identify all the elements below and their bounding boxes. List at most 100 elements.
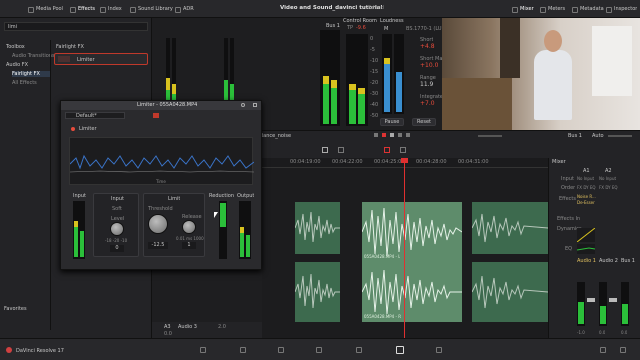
tab-inspector[interactable]: Inspector xyxy=(606,4,637,15)
reduction-meter xyxy=(219,201,227,259)
playhead-handle[interactable] xyxy=(401,158,408,163)
release-value-field[interactable]: 1 xyxy=(182,242,196,249)
tab-sound-library[interactable]: Sound Library xyxy=(130,4,173,15)
audio-clip[interactable] xyxy=(295,262,340,322)
preset-dropdown[interactable]: Default* xyxy=(65,112,125,119)
tree-audio-fx[interactable]: Audio FX xyxy=(6,62,28,68)
release-knob[interactable] xyxy=(182,220,196,234)
plugin-titlebar[interactable]: Limiter - 055A0428.MP4 xyxy=(61,101,261,110)
razor-tool-icon[interactable] xyxy=(338,147,344,153)
range-value: 11.9 xyxy=(420,81,434,88)
clip-name: 055A0428.MP4 - L xyxy=(364,254,401,259)
edit-page-icon[interactable] xyxy=(278,347,284,353)
tab-adr[interactable]: ADR xyxy=(175,4,194,15)
bus-selector[interactable]: Bus 1 xyxy=(568,133,582,139)
bus1-label: Bus 1 xyxy=(326,23,340,29)
short-max-value: +10.0 xyxy=(420,62,439,69)
track-label[interactable]: Audio 3 xyxy=(178,324,197,330)
input-select-a1[interactable]: No Input xyxy=(577,176,594,181)
selection-tool-icon[interactable] xyxy=(322,147,328,153)
doorway-shape xyxy=(500,18,520,78)
tree-all-effects[interactable]: All Effects xyxy=(12,80,37,86)
audio-clip[interactable] xyxy=(472,262,548,322)
zoom-slider[interactable] xyxy=(478,135,502,137)
tree-fairlight-fx[interactable]: Fairlight FX xyxy=(12,71,50,77)
level-value-field[interactable]: 0 xyxy=(110,245,124,252)
meter-scale: 0 -5 -10 -15 -20 -30 -40 -50 xyxy=(370,36,379,119)
rewind-icon[interactable] xyxy=(374,133,378,137)
mouse-cursor xyxy=(214,212,218,218)
index-icon xyxy=(100,6,106,13)
mixer-icon xyxy=(512,6,518,13)
loudness-m-meter xyxy=(382,34,392,114)
graph-time-label: Time xyxy=(156,179,166,184)
input-meter xyxy=(73,201,85,259)
loudness-standard: BS.1770-1 (LU) xyxy=(406,26,444,32)
tab-metadata[interactable]: Metadata xyxy=(572,4,604,15)
tab-mixer[interactable]: Mixer xyxy=(512,4,534,15)
limiter-effect-item[interactable]: Limiter xyxy=(54,53,148,65)
reset-icon[interactable] xyxy=(241,103,245,107)
flag-icon[interactable] xyxy=(384,147,390,153)
tp-value: -9.6 xyxy=(356,25,366,31)
fader-a2[interactable] xyxy=(609,298,617,302)
effects-icon xyxy=(70,6,76,13)
top-toolbar: Media Pool Effects Index Sound Library A… xyxy=(0,0,640,18)
threshold-knob[interactable] xyxy=(148,214,168,234)
input-meter-label: Input xyxy=(73,193,86,199)
level-knob[interactable] xyxy=(110,222,124,236)
fairlight-page-icon[interactable] xyxy=(396,346,404,354)
dynamics-graph-a1[interactable] xyxy=(576,227,596,243)
record-icon[interactable] xyxy=(382,133,386,137)
audio-clip-selected[interactable]: 055A0428.MP4 - L xyxy=(362,202,462,262)
tab-media-pool[interactable]: Media Pool xyxy=(28,4,63,15)
loudness-label: Loudness xyxy=(380,18,404,24)
bus1-meter xyxy=(320,30,340,126)
m-label: M xyxy=(384,26,389,32)
audio-clip[interactable] xyxy=(472,202,548,254)
settings-gear-icon[interactable] xyxy=(620,347,626,353)
meters-icon xyxy=(540,6,546,13)
deliver-page-icon[interactable] xyxy=(436,347,442,353)
fx-toggle-icon[interactable] xyxy=(153,113,159,118)
limiter-graph: Time xyxy=(69,137,255,185)
media-page-icon[interactable] xyxy=(200,347,206,353)
threshold-value-field[interactable]: -12.5 xyxy=(148,242,168,249)
playhead[interactable] xyxy=(404,158,405,338)
stop-icon[interactable] xyxy=(398,133,402,137)
reset-button[interactable]: Reset xyxy=(412,118,436,126)
link-icon[interactable] xyxy=(400,147,406,153)
cut-page-icon[interactable] xyxy=(240,347,246,353)
tab-meters[interactable]: Meters xyxy=(540,4,565,15)
inspector-icon xyxy=(606,6,612,13)
tab-index[interactable]: Index xyxy=(100,4,122,15)
close-icon[interactable] xyxy=(253,103,257,107)
effects-search-input[interactable]: limi xyxy=(4,22,148,31)
soft-toggle[interactable]: Soft xyxy=(112,206,122,212)
tree-toolbox[interactable]: Toolbox xyxy=(6,44,25,50)
home-icon[interactable] xyxy=(600,347,606,353)
plugin-enable-icon[interactable] xyxy=(71,127,75,131)
media-pool-icon xyxy=(28,6,34,13)
tree-audio-transitions[interactable]: Audio Transitions xyxy=(12,53,55,59)
audio-clip[interactable] xyxy=(295,202,340,254)
fader-a1[interactable] xyxy=(587,298,595,302)
loop-icon[interactable] xyxy=(406,133,410,137)
automation-mode[interactable]: Auto xyxy=(592,133,604,139)
effect-slot-noise[interactable]: Noise R... xyxy=(577,194,596,199)
audio-clip-selected[interactable]: 055A0428.MP4 - R xyxy=(362,262,462,322)
resolve-logo-icon xyxy=(6,347,12,353)
track-header: A3 Audio 3 2.0 0.0 xyxy=(152,322,262,338)
effect-slot-deesser[interactable]: De-Esser xyxy=(577,200,595,205)
tab-effects[interactable]: Effects xyxy=(70,4,95,15)
integrated-value: +7.0 xyxy=(420,100,435,107)
play-icon[interactable] xyxy=(390,133,394,137)
tp-label: TP xyxy=(347,25,354,31)
volume-slider[interactable] xyxy=(608,135,632,137)
color-page-icon[interactable] xyxy=(356,347,362,353)
eq-graph-a1[interactable] xyxy=(576,244,596,254)
pause-button[interactable]: Pause xyxy=(380,118,404,126)
input-select-a2[interactable]: No Input xyxy=(599,176,616,181)
mixer-panel: Mixer A1 A2 Input No Input No Input Orde… xyxy=(548,158,640,338)
fusion-page-icon[interactable] xyxy=(316,347,322,353)
